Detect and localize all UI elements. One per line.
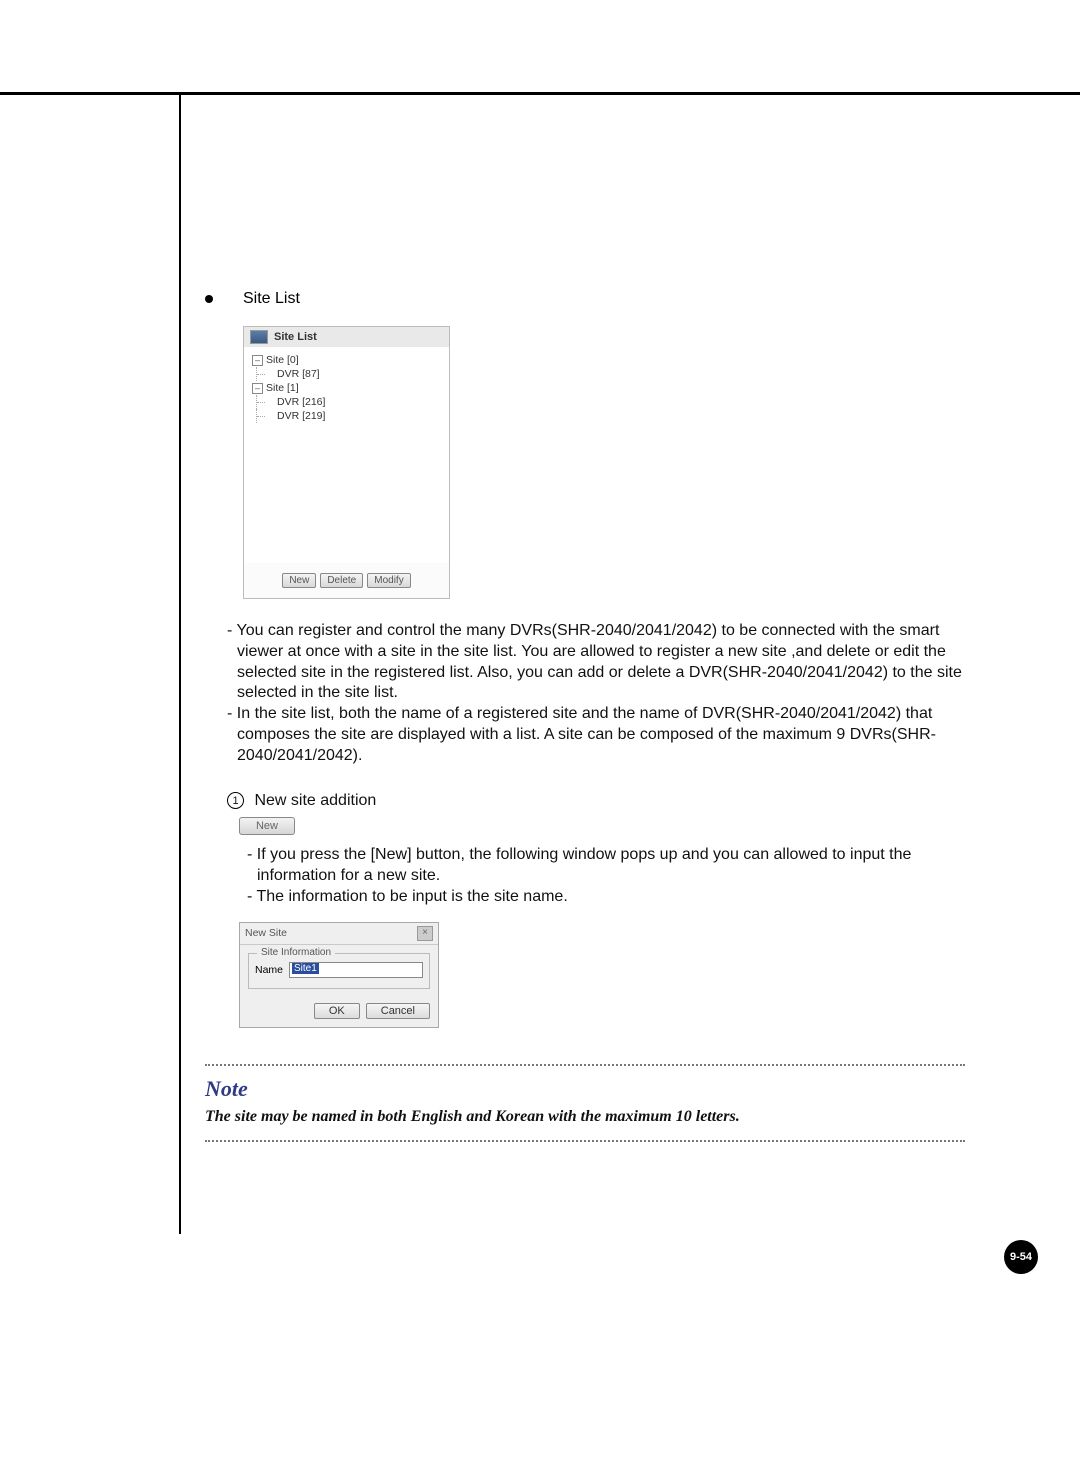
site-tree[interactable]: – Site [0] DVR [87] – Site [1] DVR [216]	[244, 347, 449, 563]
manual-page: Site List Site List – Site [0] DVR [87] …	[0, 0, 1080, 1479]
modify-button[interactable]: Modify	[367, 573, 410, 588]
tree-node-dvr87[interactable]: DVR [87]	[252, 367, 443, 381]
collapse-icon[interactable]: –	[252, 355, 263, 366]
site-information-fieldset: Site Information Name Site1	[248, 953, 430, 989]
step1-title: New site addition	[254, 792, 376, 809]
note-title: Note	[205, 1076, 965, 1102]
tree-node-site1[interactable]: – Site [1]	[252, 381, 443, 395]
note-text: The site may be named in both English an…	[205, 1108, 965, 1126]
cancel-button[interactable]: Cancel	[366, 1003, 430, 1019]
new-button-image: New	[239, 817, 295, 835]
dialog-body: Site Information Name Site1	[240, 945, 438, 995]
top-rule	[0, 92, 1080, 95]
step1-p2: - The information to be input is the sit…	[247, 887, 965, 908]
collapse-icon[interactable]: –	[252, 383, 263, 394]
name-label: Name	[255, 964, 283, 976]
step1-text: - If you press the [New] button, the fol…	[247, 845, 965, 907]
tree-label: DVR [216]	[277, 395, 325, 409]
page-number-badge: 9-54	[1004, 1240, 1038, 1274]
delete-button[interactable]: Delete	[320, 573, 363, 588]
site-list-panel: Site List – Site [0] DVR [87] – Site [1]	[243, 326, 450, 599]
step-number-icon: 1	[227, 792, 244, 809]
desc-p2: - In the site list, both the name of a r…	[227, 704, 965, 766]
tree-branch-icon	[256, 367, 271, 381]
new-site-dialog: New Site × Site Information Name Site1 O…	[239, 922, 439, 1028]
fieldset-legend: Site Information	[257, 947, 335, 958]
bullet-icon	[205, 295, 213, 303]
dialog-titlebar: New Site ×	[240, 923, 438, 945]
section-heading: Site List	[205, 290, 965, 308]
tree-branch-icon	[256, 395, 271, 409]
panel-icon	[250, 330, 268, 344]
ok-button[interactable]: OK	[314, 1003, 360, 1019]
close-icon[interactable]: ×	[417, 926, 433, 941]
description-block: - You can register and control the many …	[227, 621, 965, 767]
panel-button-row: New Delete Modify	[244, 563, 449, 598]
vertical-rule	[179, 92, 181, 1234]
dialog-title: New Site	[245, 927, 287, 939]
tree-node-site0[interactable]: – Site [0]	[252, 353, 443, 367]
dialog-buttons: OK Cancel	[240, 995, 438, 1027]
tree-label: Site [0]	[266, 353, 299, 367]
tree-label: Site [1]	[266, 381, 299, 395]
desc-p1: - You can register and control the many …	[227, 621, 965, 704]
content-area: Site List Site List – Site [0] DVR [87] …	[205, 290, 965, 1142]
tree-label: DVR [219]	[277, 409, 325, 423]
tree-label: DVR [87]	[277, 367, 320, 381]
name-row: Name Site1	[255, 962, 423, 978]
section-title: Site List	[243, 290, 300, 308]
tree-node-dvr219[interactable]: DVR [219]	[252, 409, 443, 423]
note-block: Note The site may be named in both Engli…	[205, 1064, 965, 1142]
name-input-value: Site1	[292, 963, 319, 974]
step1-p1: - If you press the [New] button, the fol…	[247, 845, 965, 887]
panel-title: Site List	[274, 331, 317, 343]
tree-branch-icon	[256, 409, 271, 423]
new-button[interactable]: New	[282, 573, 316, 588]
tree-node-dvr216[interactable]: DVR [216]	[252, 395, 443, 409]
step1-heading: 1 New site addition	[227, 791, 965, 812]
panel-header: Site List	[244, 327, 449, 347]
name-input[interactable]: Site1	[289, 962, 423, 978]
